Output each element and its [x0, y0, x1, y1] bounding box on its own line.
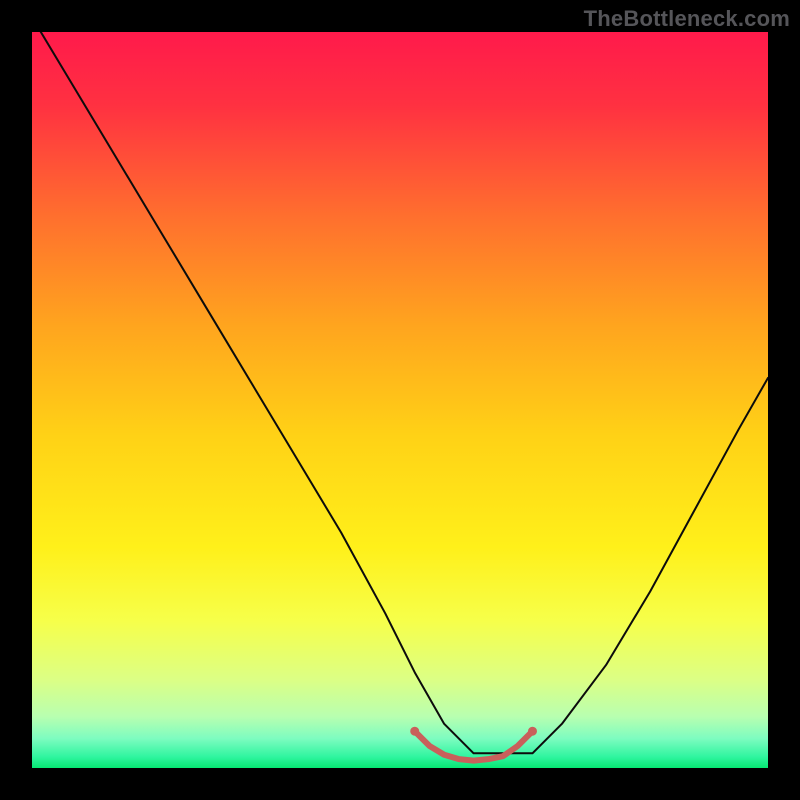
series-curve [32, 32, 768, 753]
plot-svg [32, 32, 768, 768]
plot-area [32, 32, 768, 768]
series-valley-highlight [415, 731, 533, 760]
chart-stage: TheBottleneck.com [0, 0, 800, 800]
watermark-text: TheBottleneck.com [584, 6, 790, 32]
marker-left-dot [410, 727, 419, 736]
marker-right-dot [528, 727, 537, 736]
